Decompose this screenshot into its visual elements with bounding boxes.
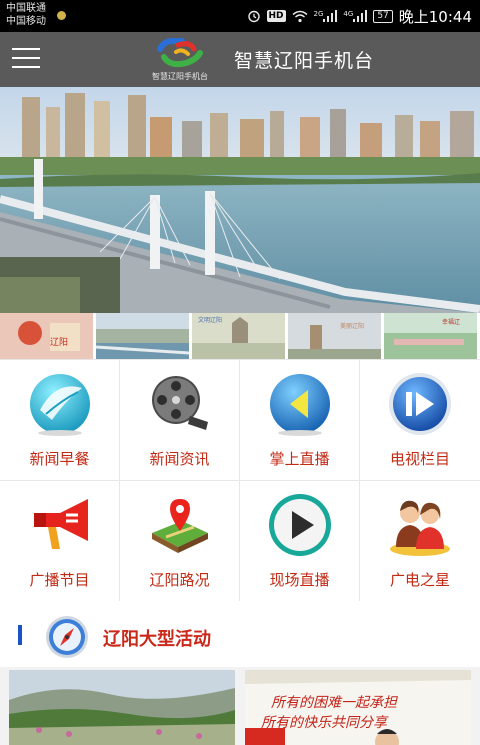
thumb-label-4: 美丽辽阳 <box>340 323 365 330</box>
activity-card-1[interactable] <box>9 670 235 745</box>
grid-label: 掌上直播 <box>269 450 330 468</box>
carrier-info: 中国联通 中国移动 <box>6 2 46 28</box>
hd-badge: HD <box>266 10 286 22</box>
net-2g-label: 2G <box>313 10 324 18</box>
logo-text: 智慧辽阳手机台 <box>152 72 208 81</box>
feature-grid: 新闻早餐 新闻资讯 掌上直播 电视栏目 广播节目 辽阳路况 现场直播 广电之星 <box>0 359 480 602</box>
carrier-1: 中国联通 <box>6 3 46 14</box>
back-arrow-globe-icon <box>270 374 330 436</box>
signal-4g-icon: 4G <box>343 10 368 22</box>
thumb-1[interactable]: 辽阳 <box>0 313 93 359</box>
signal-2g-icon: 2G <box>314 10 338 22</box>
grid-label: 电视栏目 <box>389 450 450 468</box>
play-pause-icon <box>389 373 451 435</box>
grid-item-news-info[interactable]: 新闻资讯 <box>120 360 240 481</box>
thumb-4[interactable]: 美丽辽阳 <box>288 313 381 359</box>
card-text-line-2: 所有的快乐共同分享 <box>261 715 387 731</box>
grid-label: 辽阳路况 <box>149 571 210 589</box>
grid-item-news-breakfast[interactable]: 新闻早餐 <box>0 360 120 481</box>
app-logo: 智慧辽阳手机台 <box>130 35 230 85</box>
megaphone-icon <box>34 499 88 549</box>
status-bar: 中国联通 中国移动 HD 2G 4G 57 晚上10:44 <box>0 0 480 32</box>
play-button-icon <box>269 494 331 556</box>
app-header: 智慧辽阳手机台 智慧辽阳手机台 <box>0 32 480 87</box>
grid-item-mobile-live[interactable]: 掌上直播 <box>240 360 360 481</box>
grid-item-tv-programs[interactable]: 电视栏目 <box>360 360 480 481</box>
thumb-label-1: 辽阳 <box>50 338 69 348</box>
thumb-2[interactable] <box>96 313 189 359</box>
grid-item-scene-live[interactable]: 现场直播 <box>240 481 360 602</box>
hamburger-menu-icon[interactable] <box>12 48 40 70</box>
activity-card-2[interactable]: 所有的困难一起承担 所有的快乐共同分享 <box>245 670 471 745</box>
app-title: 智慧辽阳手机台 <box>234 50 375 72</box>
carrier-2: 中国移动 <box>6 16 46 27</box>
thumb-3[interactable]: 文明辽阳 <box>192 313 285 359</box>
grid-label: 广播节目 <box>29 571 90 589</box>
wifi-icon <box>292 10 308 23</box>
thumb-label-3: 文明辽阳 <box>198 317 223 324</box>
clock: 晚上10:44 <box>398 7 472 26</box>
hero-banner[interactable] <box>0 87 480 313</box>
section-title: 辽阳大型活动 <box>103 629 211 650</box>
grid-item-radio-programs[interactable]: 广播节目 <box>0 481 120 602</box>
section-accent-bar <box>18 625 22 645</box>
activity-cards: 所有的困难一起承担 所有的快乐共同分享 <box>0 667 480 745</box>
card-text-line-1: 所有的困难一起承担 <box>271 695 397 711</box>
film-reel-icon <box>152 376 208 430</box>
grid-label: 新闻资讯 <box>149 450 210 468</box>
people-icon <box>390 500 450 556</box>
notification-dot-icon <box>57 11 66 20</box>
status-icons: HD 2G 4G 57 晚上10:44 <box>247 6 472 26</box>
map-pin-icon <box>152 499 208 553</box>
section-header: 辽阳大型活动 <box>0 601 480 667</box>
news-leaf-icon <box>30 374 90 436</box>
compass-icon <box>46 616 88 658</box>
grid-label: 现场直播 <box>269 571 330 589</box>
grid-label: 广电之星 <box>389 571 450 589</box>
grid-label: 新闻早餐 <box>29 450 90 468</box>
net-4g-label: 4G <box>343 10 354 18</box>
thumb-5[interactable]: 幸福辽 <box>384 313 477 359</box>
banner-thumbnails: 辽阳 文明辽阳 美丽辽阳 幸福辽 <box>0 313 480 359</box>
grid-item-traffic[interactable]: 辽阳路况 <box>120 481 240 602</box>
grid-item-broadcast-stars[interactable]: 广电之星 <box>360 481 480 602</box>
thumb-label-5: 幸福辽 <box>442 319 461 326</box>
alarm-icon <box>247 9 261 23</box>
battery-icon: 57 <box>373 9 393 23</box>
